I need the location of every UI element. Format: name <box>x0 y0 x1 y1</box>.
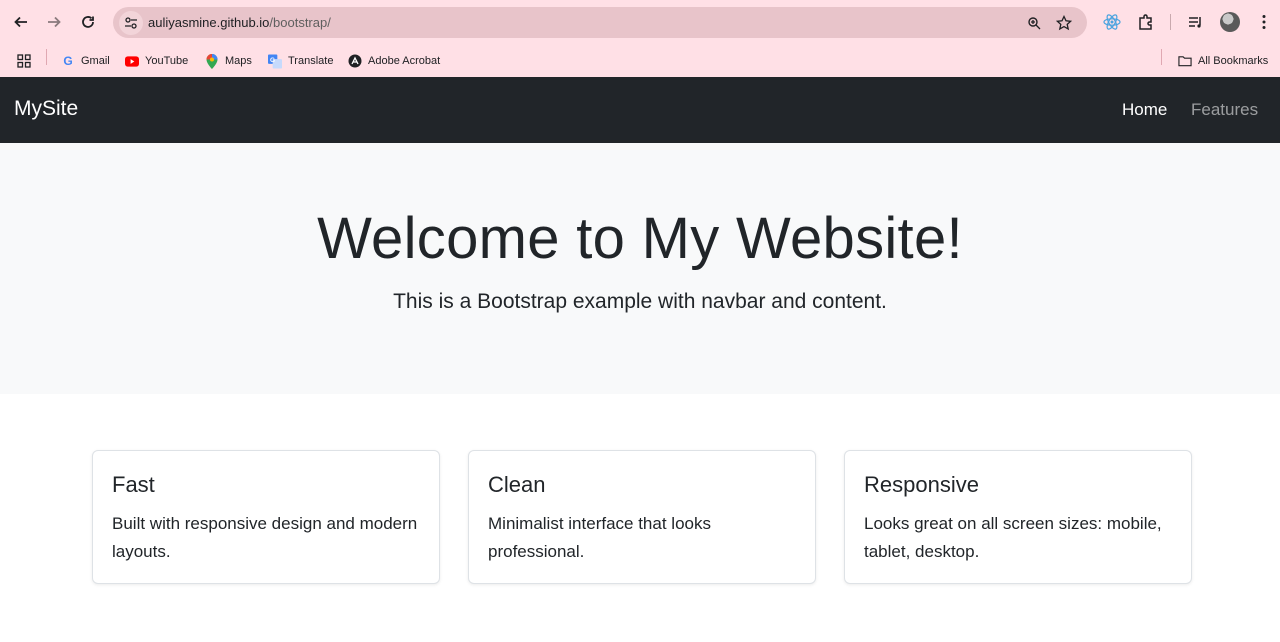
folder-icon <box>1178 54 1192 68</box>
hero-section: Welcome to My Website! This is a Bootstr… <box>0 143 1280 394</box>
card-text: Minimalist interface that looks professi… <box>488 514 711 561</box>
url-path: /bootstrap/ <box>269 15 331 30</box>
bookmark-label: Gmail <box>81 55 110 67</box>
apps-grid-icon <box>17 54 31 68</box>
url-text[interactable]: auliyasmine.github.io/bootstrap/ <box>148 15 331 30</box>
zoom-icon[interactable] <box>1025 14 1043 32</box>
tune-icon <box>125 17 137 29</box>
profile-avatar[interactable] <box>1220 12 1240 32</box>
nav-link-features[interactable]: Features <box>1191 100 1258 120</box>
bookmark-label: Translate <box>288 55 334 67</box>
extensions-puzzle-icon[interactable] <box>1135 11 1157 33</box>
feature-card-clean: Clean Minimalist interface that looks pr… <box>468 450 816 584</box>
extension-react-icon[interactable] <box>1101 11 1123 33</box>
arrow-left-icon <box>14 16 27 28</box>
bookmark-label: Maps <box>225 55 252 67</box>
bookmark-label: Adobe Acrobat <box>368 55 441 67</box>
feature-card-responsive: Responsive Looks great on all screen siz… <box>844 450 1192 584</box>
nav-link-home[interactable]: Home <box>1122 100 1167 120</box>
bookmark-translate[interactable]: G Translate <box>268 52 333 70</box>
bookmarks-divider <box>1161 49 1162 65</box>
card-text: Built with responsive design and modern … <box>112 514 418 561</box>
card-title: Fast <box>112 472 155 497</box>
translate-icon: G <box>268 54 282 68</box>
maps-icon <box>205 53 219 69</box>
browser-toolbar: auliyasmine.github.io/bootstrap/ <box>0 0 1280 44</box>
svg-text:G: G <box>270 56 275 63</box>
bookmark-youtube[interactable]: YouTube <box>125 52 188 70</box>
url-host: auliyasmine.github.io <box>148 15 270 30</box>
reload-button[interactable] <box>76 10 100 34</box>
feature-card-fast: Fast Built with responsive design and mo… <box>92 450 440 584</box>
card-title: Responsive <box>864 472 979 497</box>
reload-icon <box>82 16 94 28</box>
toolbar-divider <box>1170 14 1171 30</box>
hero-lead: This is a Bootstrap example with navbar … <box>393 290 887 313</box>
forward-button[interactable] <box>42 10 66 34</box>
adobe-acrobat-icon <box>348 54 362 68</box>
all-bookmarks-button[interactable]: All Bookmarks <box>1178 52 1268 70</box>
bookmark-star-icon[interactable] <box>1055 14 1073 32</box>
all-bookmarks-label: All Bookmarks <box>1198 55 1269 67</box>
bookmarks-bar: G Gmail YouTube Maps G Translate Adobe A… <box>0 44 1280 77</box>
site-navbar: MySite Home Features <box>0 77 1280 143</box>
gmail-icon: G <box>63 54 73 68</box>
bookmark-adobe-acrobat[interactable]: Adobe Acrobat <box>348 52 440 70</box>
site-brand[interactable]: MySite <box>14 97 78 121</box>
bookmarks-divider <box>46 49 47 65</box>
back-button[interactable] <box>9 10 33 34</box>
bookmark-maps[interactable]: Maps <box>205 52 252 70</box>
bookmark-gmail[interactable]: G Gmail <box>61 52 110 70</box>
youtube-icon <box>125 54 139 68</box>
card-text: Looks great on all screen sizes: mobile,… <box>864 514 1162 561</box>
reading-list-icon[interactable] <box>1185 11 1207 33</box>
menu-kebab-icon[interactable] <box>1253 11 1275 33</box>
browser-chrome: auliyasmine.github.io/bootstrap/ G Gmail… <box>0 0 1280 77</box>
apps-grid-button[interactable] <box>17 52 37 70</box>
site-info-button[interactable] <box>119 11 143 35</box>
address-bar[interactable]: auliyasmine.github.io/bootstrap/ <box>113 7 1087 38</box>
bookmark-label: YouTube <box>145 55 189 67</box>
arrow-right-icon <box>48 16 61 28</box>
card-title: Clean <box>488 472 546 497</box>
hero-title: Welcome to My Website! <box>317 206 963 271</box>
